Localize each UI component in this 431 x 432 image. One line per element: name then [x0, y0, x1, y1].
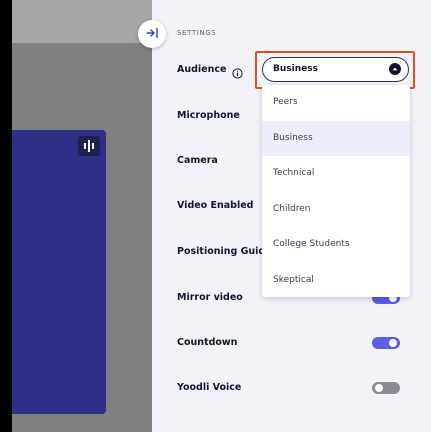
left-edge: [0, 0, 12, 432]
mirror-video-label: Mirror video: [177, 292, 243, 303]
audience-selected-value: Business: [273, 64, 318, 74]
yoodli-voice-toggle[interactable]: [372, 382, 400, 394]
top-bar: [12, 0, 152, 43]
video-preview: [12, 130, 106, 414]
positioning-guide-label: Positioning Guid: [177, 246, 266, 257]
chevron-up-icon: [389, 63, 401, 75]
dropdown-option-business[interactable]: Business: [262, 120, 410, 156]
microphone-label: Microphone: [177, 110, 240, 121]
dropdown-option-peers[interactable]: Peers: [262, 85, 410, 121]
audience-dropdown: Peers Business Technical Children Colleg…: [262, 85, 410, 297]
settings-heading: SETTINGS: [177, 29, 217, 37]
camera-label: Camera: [177, 155, 218, 166]
yoodli-voice-label: Yoodli Voice: [177, 382, 242, 393]
dropdown-option-children[interactable]: Children: [262, 192, 410, 228]
audience-label: Audience: [177, 64, 227, 75]
dropdown-option-technical[interactable]: Technical: [262, 156, 410, 192]
dropdown-option-skeptical[interactable]: Skeptical: [262, 263, 410, 298]
collapse-panel-button[interactable]: [138, 20, 166, 48]
toggle-knob: [375, 384, 383, 392]
countdown-label: Countdown: [177, 337, 238, 348]
toggle-knob: [389, 339, 397, 347]
countdown-toggle[interactable]: [372, 337, 400, 349]
info-icon[interactable]: [232, 64, 243, 83]
video-enabled-label: Video Enabled: [177, 200, 254, 211]
audience-select[interactable]: Business: [262, 57, 409, 82]
collapse-panel-icon: [145, 25, 159, 44]
audio-level-icon[interactable]: [78, 136, 100, 156]
dropdown-option-college-students[interactable]: College Students: [262, 227, 410, 263]
